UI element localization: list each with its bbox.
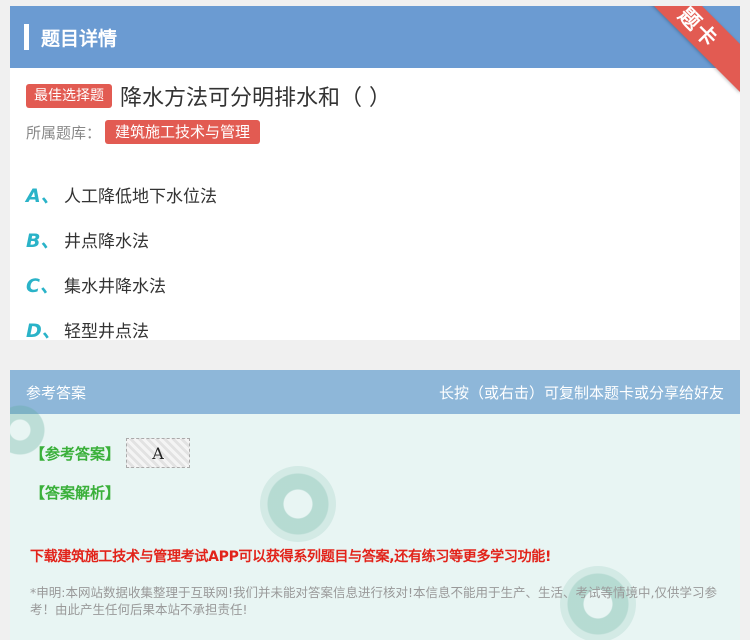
card-header: 题目详情 — [10, 6, 740, 68]
bank-row: 所属题库： 建筑施工技术与管理 — [26, 120, 261, 144]
header-accent-bar — [24, 24, 29, 50]
option-text: 集水井降水法 — [64, 277, 166, 297]
answer-header-title: 参考答案 — [26, 383, 87, 402]
bank-label: 所属题库： — [26, 123, 102, 142]
reference-answer-value: A — [126, 438, 191, 468]
share-hint: 长按（或右击）可复制本题卡或分享给好友 — [438, 383, 724, 402]
reference-answer-label: 【参考答案】 — [30, 444, 121, 463]
bank-link[interactable]: 建筑施工技术与管理 — [105, 120, 261, 144]
question-type-badge: 最佳选择题 — [26, 84, 112, 108]
option-a[interactable]: A、 人工降低地下水位法 — [26, 172, 217, 217]
option-b[interactable]: B、 井点降水法 — [26, 217, 217, 262]
options-list: A、 人工降低地下水位法 B、 井点降水法 C、 集水井降水法 D、 轻型井点法 — [26, 172, 217, 340]
answer-card: 参考答案 长按（或右击）可复制本题卡或分享给好友 【参考答案】 A 【答案解析】… — [10, 370, 740, 640]
option-letter: C、 — [26, 275, 59, 297]
option-letter: A、 — [26, 185, 60, 207]
option-text: 人工降低地下水位法 — [64, 187, 217, 207]
question-text: 降水方法可分明排水和（ ） — [120, 86, 391, 111]
option-text: 轻型井点法 — [64, 322, 149, 340]
question-row: 最佳选择题 降水方法可分明排水和（ ） — [26, 80, 391, 112]
answer-header: 参考答案 长按（或右击）可复制本题卡或分享给好友 — [10, 370, 740, 414]
reference-answer-row: 【参考答案】 A — [30, 438, 191, 468]
option-letter: B、 — [26, 230, 60, 252]
option-text: 井点降水法 — [64, 232, 149, 252]
header-title: 题目详情 — [41, 27, 118, 50]
analysis-label: 【答案解析】 — [30, 484, 121, 502]
option-d[interactable]: D、 轻型井点法 — [26, 307, 217, 340]
watermark-logo-icon — [260, 466, 336, 542]
question-card: 题目详情 题卡 最佳选择题 降水方法可分明排水和（ ） 所属题库： 建筑施工技术… — [10, 6, 740, 340]
disclaimer-text: *申明:本网站数据收集整理于互联网!我们并未能对答案信息进行核对!本信息不能用于… — [30, 585, 717, 617]
option-c[interactable]: C、 集水井降水法 — [26, 262, 217, 307]
option-letter: D、 — [26, 320, 61, 340]
app-download-promo[interactable]: 下载建筑施工技术与管理考试APP可以获得系列题目与答案,还有练习等更多学习功能! — [30, 546, 551, 566]
